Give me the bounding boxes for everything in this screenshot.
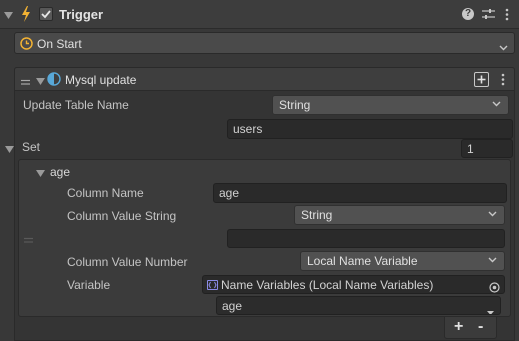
preset-icon[interactable]	[482, 8, 495, 23]
chevron-down-icon	[488, 206, 498, 224]
variable-name-dropdown[interactable]: age	[216, 296, 501, 315]
help-icon[interactable]: ?	[462, 8, 474, 20]
column-value-number-label: Column Value Number	[67, 255, 188, 269]
component-title: Trigger	[59, 7, 104, 22]
column-value-number-type-value: Local Name Variable	[307, 254, 418, 268]
clock-icon	[20, 37, 33, 53]
element-drag-handle-icon[interactable]	[24, 233, 33, 247]
instruction-kebab-icon[interactable]	[501, 73, 505, 89]
column-name-label: Column Name	[67, 186, 144, 200]
half-circle-icon	[47, 72, 61, 89]
foldout-icon[interactable]	[36, 75, 45, 89]
object-picker-icon[interactable]	[489, 280, 500, 293]
list-footer: + -	[444, 317, 497, 339]
variable-label: Variable	[67, 278, 111, 292]
foldout-arrow-icon[interactable]	[4, 9, 13, 23]
add-element-button[interactable]: +	[454, 318, 463, 336]
kebab-menu-icon[interactable]	[505, 8, 509, 24]
instruction-header[interactable]: Mysql update	[14, 67, 515, 91]
update-table-type-dropdown[interactable]: String	[272, 95, 509, 115]
variable-object-field[interactable]: Name Variables (Local Name Variables)	[202, 275, 505, 294]
variable-icon	[207, 280, 218, 290]
update-table-name-input[interactable]: users	[227, 119, 513, 139]
chevron-down-icon	[499, 40, 508, 54]
chevron-down-icon	[492, 96, 502, 114]
chevron-down-icon	[487, 303, 494, 314]
element-title: age	[50, 165, 71, 179]
variable-object-value: Name Variables (Local Name Variables)	[221, 278, 434, 292]
element-foldout-icon[interactable]	[36, 167, 45, 181]
column-value-string-type-dropdown[interactable]: String	[294, 205, 505, 225]
set-label: Set	[22, 140, 41, 154]
update-table-name-label: Update Table Name	[23, 98, 129, 112]
set-foldout-icon[interactable]	[5, 143, 14, 157]
column-name-input[interactable]: age	[213, 183, 507, 203]
enabled-checkbox[interactable]	[39, 7, 53, 21]
lightning-icon	[21, 6, 31, 25]
column-value-number-type-dropdown[interactable]: Local Name Variable	[300, 251, 505, 271]
column-value-string-input[interactable]	[227, 229, 505, 248]
variable-name-value: age	[222, 299, 243, 313]
drag-handle-icon[interactable]	[21, 75, 30, 89]
remove-element-button[interactable]: -	[478, 318, 483, 336]
column-value-string-label: Column Value String	[67, 209, 177, 223]
set-count-input[interactable]: 1	[461, 139, 513, 158]
event-dropdown[interactable]: On Start	[14, 32, 515, 54]
add-icon[interactable]	[474, 72, 489, 87]
event-label: On Start	[37, 37, 82, 51]
component-header: Trigger ?	[0, 0, 519, 29]
update-table-type-value: String	[279, 98, 311, 112]
instruction-title: Mysql update	[65, 73, 137, 87]
chevron-down-icon	[488, 252, 498, 270]
column-value-string-type-value: String	[301, 208, 333, 222]
